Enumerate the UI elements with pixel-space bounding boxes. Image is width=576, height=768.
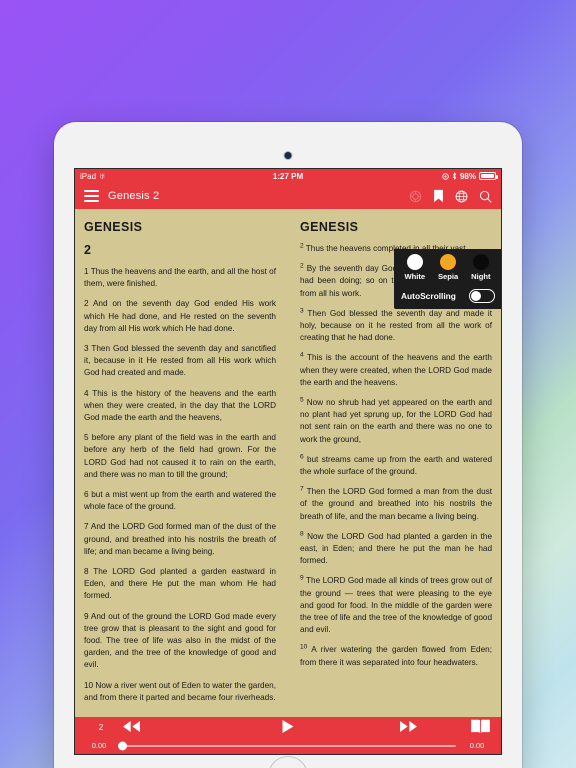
theme-option-night[interactable]: Night (471, 254, 491, 281)
verse-number: 10 (300, 643, 308, 651)
rewind-icon[interactable] (123, 721, 140, 732)
bookmark-icon[interactable] (433, 189, 444, 203)
chapter-indicator: 2 (98, 722, 104, 732)
verse-number: 6 (300, 453, 304, 461)
scrubber-knob[interactable] (118, 741, 127, 750)
audio-scrubber[interactable] (118, 741, 456, 750)
theme-option-sepia[interactable]: Sepia (438, 254, 458, 281)
right-book-title: GENESIS (300, 220, 359, 234)
verse-number: 8 (300, 530, 304, 538)
verse: 7 And the LORD God formed man of the dus… (84, 522, 276, 556)
verse: 6 but a mist went up from the earth and … (84, 490, 276, 512)
settings-aperture-icon[interactable] (409, 190, 422, 203)
navigation-bar: Genesis 2 (75, 183, 501, 209)
verse-number: 2 (300, 262, 304, 270)
verse: 4 This is the history of the heavens and… (84, 388, 276, 423)
verse-number: 5 (300, 396, 304, 404)
verse: 9 And out of the ground the LORD God mad… (84, 611, 276, 670)
sepia-swatch-icon (440, 254, 457, 270)
verse-number: 3 (300, 307, 304, 315)
camera-dot (284, 152, 292, 159)
verse: 9 The LORD God made all kinds of trees g… (300, 574, 492, 635)
theme-swatch-row: White Sepia Night (394, 254, 501, 281)
verse: 3 Then God blessed the seventh day and s… (84, 344, 276, 378)
verse: 7 Then the LORD God formed a man from th… (300, 485, 492, 521)
verse: 3 Then God blessed the seventh day and m… (300, 307, 492, 343)
nav-icon-group (409, 189, 492, 203)
location-icon (442, 172, 449, 180)
reading-area: GENESIS 2 1 Thus the heavens and the ear… (75, 209, 501, 717)
hamburger-menu-icon[interactable] (84, 189, 99, 203)
carrier-label: iPad (80, 171, 97, 181)
open-book-icon[interactable] (470, 718, 491, 735)
theme-option-white[interactable]: White (404, 254, 425, 281)
verse: 5 Now no shrub had yet appeared on the e… (300, 396, 492, 444)
theme-settings-popup: White Sepia Night AutoScrolling (394, 249, 501, 309)
home-button[interactable] (268, 756, 308, 768)
toggle-knob (471, 291, 481, 301)
verse: 1 Thus the heavens and the earth, and al… (84, 267, 276, 289)
verse-number: 7 (300, 485, 304, 493)
verse: 10 Now a river went out of Eden to water… (84, 680, 276, 702)
verse-number: 2 (300, 242, 304, 250)
verse: 8 Now the LORD God had planted a garden … (300, 530, 492, 566)
autoscrolling-label: AutoScrolling (401, 291, 456, 301)
left-book-title: GENESIS (84, 220, 143, 234)
verse: 6 but streams came up from the earth and… (300, 453, 492, 477)
theme-option-white-label: White (404, 272, 426, 281)
left-verse-list: 1 Thus the heavens and the earth, and al… (84, 266, 276, 704)
theme-option-sepia-label: Sepia (437, 272, 459, 281)
autoscrolling-row: AutoScrolling (394, 285, 501, 303)
night-swatch-icon (472, 254, 489, 270)
player-scrub-row: 0.00 0.00 (75, 737, 501, 754)
verse-number: 9 (300, 574, 304, 582)
theme-option-night-label: Night (471, 272, 491, 281)
status-bar-right: 98% (442, 171, 498, 181)
player-controls-row: 2 (75, 717, 501, 737)
search-icon[interactable] (479, 190, 492, 203)
status-bar-left: iPad ♅ (80, 170, 106, 181)
ipad-screen: iPad ♅ 1:27 PM 98% Genesis 2 GENESIS 2 1… (74, 168, 502, 755)
wifi-icon: ♅ (99, 170, 106, 181)
bluetooth-icon (452, 172, 457, 180)
verse: 10 A river watering the garden flowed fr… (300, 643, 492, 667)
left-chapter-number: 2 (84, 243, 91, 257)
elapsed-time-label: 0.00 (91, 741, 107, 750)
white-swatch-icon (406, 254, 423, 270)
fast-forward-icon[interactable] (400, 721, 417, 732)
verse: 2 And on the seventh day God ended His w… (84, 299, 276, 333)
play-icon[interactable] (282, 720, 294, 733)
verse: 4 This is the account of the heavens and… (300, 351, 492, 387)
left-page[interactable]: GENESIS 2 1 Thus the heavens and the ear… (75, 209, 288, 717)
battery-icon (479, 172, 498, 180)
verse: 8 The LORD God planted a garden eastward… (84, 567, 276, 601)
total-time-label: 0.00 (469, 741, 485, 750)
verse: 5 before any plant of the field was in t… (84, 433, 276, 479)
audio-player-bar: 2 0.00 0.00 (75, 717, 501, 754)
autoscrolling-toggle[interactable] (469, 289, 495, 303)
battery-percent-label: 98% (459, 171, 476, 181)
status-bar-clock: 1:27 PM (272, 171, 304, 181)
page-title: Genesis 2 (108, 190, 160, 202)
ipad-device-frame: iPad ♅ 1:27 PM 98% Genesis 2 GENESIS 2 1… (54, 122, 522, 768)
verse-number: 4 (300, 351, 304, 359)
status-bar: iPad ♅ 1:27 PM 98% (75, 169, 501, 183)
globe-icon[interactable] (455, 190, 468, 203)
